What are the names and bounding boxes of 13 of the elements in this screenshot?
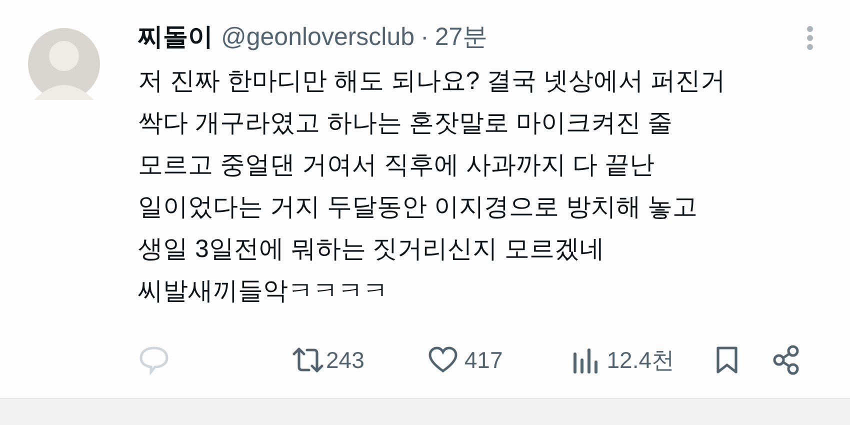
like-button[interactable]: 417 [428,342,503,378]
bar-chart-icon [570,346,599,374]
retweet-button[interactable]: 243 [290,342,364,378]
views-button[interactable]: 12.4천 [570,342,675,378]
post-time[interactable]: 27분 [434,19,488,57]
heart-icon [428,346,458,374]
bookmark-icon[interactable] [714,345,739,375]
retweet-icon [290,346,326,374]
separator: · [420,22,429,54]
author-handle[interactable]: @geonloversclub [221,19,415,57]
share-icon[interactable] [770,345,801,375]
post-text: 저 진짜 한마디만 해도 되나요? 결국 넷상에서 퍼진거 싹다 개구라였고 하나는 혼잣말로 마이크켜진 줄 모르고 중얼댄 거여서 직후에 사과까지 다 끝난 일이었다는 거지 두달동안 이지경으로 방치해 놓고 생일 3일전에 뭐하는 짓거리신지 모르겠네 씨발새끼들악ㅋㅋㅋㅋ [138,66,727,307]
author-name[interactable]: 찌돌이 [138,19,213,57]
